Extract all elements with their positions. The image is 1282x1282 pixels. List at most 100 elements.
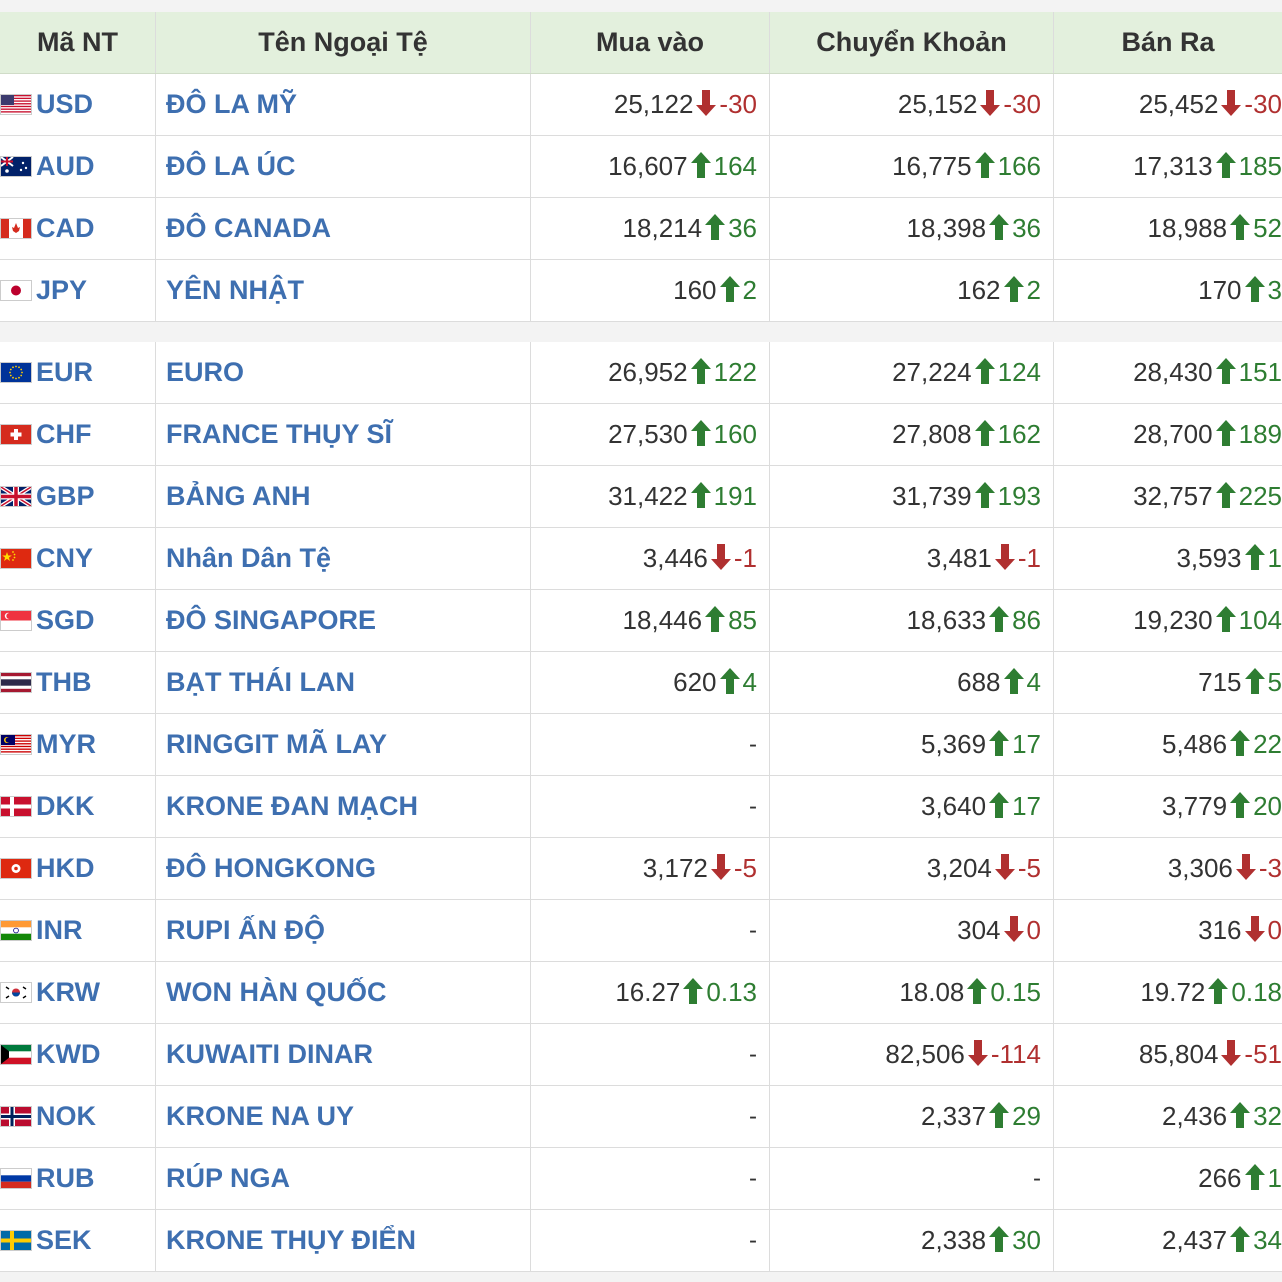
sell-rate-cell: 18,988 52 bbox=[1054, 198, 1282, 259]
transfer-rate-value: 3,481 bbox=[926, 543, 992, 573]
buy-rate-empty: - bbox=[749, 1040, 757, 1068]
arrow-up-icon bbox=[704, 213, 726, 241]
currency-name-cell: WON HÀN QUỐC bbox=[156, 962, 531, 1023]
arrow-up-icon bbox=[1229, 729, 1251, 757]
currency-name-link[interactable]: ĐÔ HONGKONG bbox=[156, 853, 376, 884]
currency-code-link[interactable]: THB bbox=[36, 667, 92, 698]
currency-name-link[interactable]: RINGGIT MÃ LAY bbox=[156, 729, 387, 760]
sell-rate-change: -3 bbox=[1258, 853, 1282, 883]
currency-code-link[interactable]: AUD bbox=[36, 151, 95, 182]
currency-code-link[interactable]: MYR bbox=[36, 729, 96, 760]
arrow-up-icon bbox=[988, 791, 1010, 819]
sell-rate-change: 225 bbox=[1238, 481, 1282, 511]
currency-code-link[interactable]: INR bbox=[36, 915, 83, 946]
transfer-rate-value: 18.08 bbox=[899, 977, 965, 1007]
buy-rate-value: 27,530 bbox=[608, 419, 688, 449]
buy-rate-value: 31,422 bbox=[608, 481, 688, 511]
arrow-down-icon bbox=[967, 1039, 989, 1067]
transfer-rate-change: -1 bbox=[1017, 543, 1041, 573]
currency-name-link[interactable]: KRONE THỤY ĐIỂN bbox=[156, 1225, 416, 1256]
arrow-down-icon bbox=[710, 543, 732, 571]
currency-code-link[interactable]: JPY bbox=[36, 275, 87, 306]
sell-rate-cell: 85,804 -51 bbox=[1054, 1024, 1282, 1085]
transfer-rate-change: -30 bbox=[1003, 89, 1041, 119]
currency-code-link[interactable]: USD bbox=[36, 89, 93, 120]
currency-name-link[interactable]: Nhân Dân Tệ bbox=[156, 543, 331, 574]
buy-rate-value: 18,446 bbox=[622, 605, 703, 635]
currency-code-link[interactable]: DKK bbox=[36, 791, 95, 822]
arrow-up-icon bbox=[1215, 605, 1237, 633]
currency-code-link[interactable]: NOK bbox=[36, 1101, 96, 1132]
sell-rate-cell: 5,486 22 bbox=[1054, 714, 1282, 775]
arrow-up-icon bbox=[1244, 275, 1266, 303]
currency-name-link[interactable]: ĐÔ SINGAPORE bbox=[156, 605, 376, 636]
buy-rate-value: 26,952 bbox=[608, 357, 688, 387]
buy-rate-cell: 3,446 -1 bbox=[531, 528, 770, 589]
transfer-rate-cell: 2,338 30 bbox=[770, 1210, 1054, 1271]
currency-name-link[interactable]: RUPI ẤN ĐỘ bbox=[156, 915, 325, 946]
currency-code-link[interactable]: KRW bbox=[36, 977, 100, 1008]
currency-name-link[interactable]: FRANCE THỤY SĨ bbox=[156, 419, 392, 450]
currency-code-link[interactable]: SGD bbox=[36, 605, 95, 636]
flag-kw-icon bbox=[0, 1044, 32, 1065]
buy-rate-change: 122 bbox=[713, 357, 757, 387]
transfer-rate-cell: 5,369 17 bbox=[770, 714, 1054, 775]
currency-code-link[interactable]: SEK bbox=[36, 1225, 92, 1256]
transfer-rate-change: 4 bbox=[1026, 667, 1041, 697]
buy-rate-cell: - bbox=[531, 1086, 770, 1147]
currency-code-cell: NOK bbox=[0, 1086, 156, 1147]
transfer-rate-value: 304 bbox=[957, 915, 1001, 945]
buy-rate-empty: - bbox=[749, 916, 757, 944]
flag-th-icon bbox=[0, 672, 32, 693]
buy-rate-value: 160 bbox=[673, 275, 717, 305]
currency-name-link[interactable]: ĐÔ CANADA bbox=[156, 213, 331, 244]
transfer-rate-cell: 3,481 -1 bbox=[770, 528, 1054, 589]
transfer-rate-change: 2 bbox=[1026, 275, 1041, 305]
sell-rate-change: 22 bbox=[1253, 729, 1282, 759]
currency-code-link[interactable]: EUR bbox=[36, 357, 93, 388]
buy-rate-change: 2 bbox=[742, 275, 757, 305]
currency-code-link[interactable]: KWD bbox=[36, 1039, 100, 1070]
transfer-rate-change: 166 bbox=[997, 151, 1041, 181]
currency-code-link[interactable]: RUB bbox=[36, 1163, 95, 1194]
buy-rate-cell: - bbox=[531, 900, 770, 961]
sell-rate-value: 17,313 bbox=[1133, 151, 1213, 181]
table-row: GBP BẢNG ANH 31,422 191 31,739 193 32,757 225 bbox=[0, 466, 1282, 528]
arrow-down-icon bbox=[695, 89, 717, 117]
sell-rate-value: 3,779 bbox=[1162, 791, 1228, 821]
flag-hk-icon bbox=[0, 858, 32, 879]
buy-rate-change: 85 bbox=[728, 605, 757, 635]
sell-rate-value: 18,988 bbox=[1147, 213, 1228, 243]
arrow-up-icon bbox=[1229, 1101, 1251, 1129]
table-row: HKD ĐÔ HONGKONG 3,172 -5 3,204 -5 3,306 -3 bbox=[0, 838, 1282, 900]
currency-name-link[interactable]: EURO bbox=[156, 357, 244, 388]
arrow-up-icon bbox=[974, 481, 996, 509]
flag-kr-icon bbox=[0, 982, 32, 1003]
arrow-up-icon bbox=[1244, 543, 1266, 571]
currency-code-link[interactable]: CNY bbox=[36, 543, 93, 574]
sell-rate-cell: 28,430 151 bbox=[1054, 342, 1282, 403]
currency-name-link[interactable]: KRONE NA UY bbox=[156, 1101, 354, 1132]
currency-name-link[interactable]: WON HÀN QUỐC bbox=[156, 977, 386, 1008]
transfer-rate-cell: 82,506 -114 bbox=[770, 1024, 1054, 1085]
currency-name-link[interactable]: ĐÔ LA ÚC bbox=[156, 151, 296, 182]
currency-name-link[interactable]: RÚP NGA bbox=[156, 1163, 290, 1194]
currency-name-link[interactable]: KUWAITI DINAR bbox=[156, 1039, 373, 1070]
currency-code-link[interactable]: CHF bbox=[36, 419, 92, 450]
arrow-down-icon bbox=[1220, 1039, 1242, 1067]
transfer-rate-change: -114 bbox=[990, 1039, 1041, 1069]
sell-rate-value: 28,700 bbox=[1133, 419, 1213, 449]
currency-name-link[interactable]: KRONE ĐAN MẠCH bbox=[156, 791, 418, 822]
currency-code-link[interactable]: HKD bbox=[36, 853, 95, 884]
currency-name-link[interactable]: BẢNG ANH bbox=[156, 481, 311, 512]
sell-rate-change: 52 bbox=[1253, 213, 1282, 243]
buy-rate-change: -1 bbox=[733, 543, 757, 573]
currency-name-link[interactable]: YÊN NHẬT bbox=[156, 275, 304, 306]
sell-rate-change: 189 bbox=[1238, 419, 1282, 449]
currency-code-link[interactable]: GBP bbox=[36, 481, 95, 512]
arrow-up-icon bbox=[1244, 1163, 1266, 1191]
header-sell: Bán Ra bbox=[1121, 27, 1215, 57]
currency-code-link[interactable]: CAD bbox=[36, 213, 95, 244]
currency-name-link[interactable]: BẠT THÁI LAN bbox=[156, 667, 355, 698]
currency-name-link[interactable]: ĐÔ LA MỸ bbox=[156, 89, 297, 120]
